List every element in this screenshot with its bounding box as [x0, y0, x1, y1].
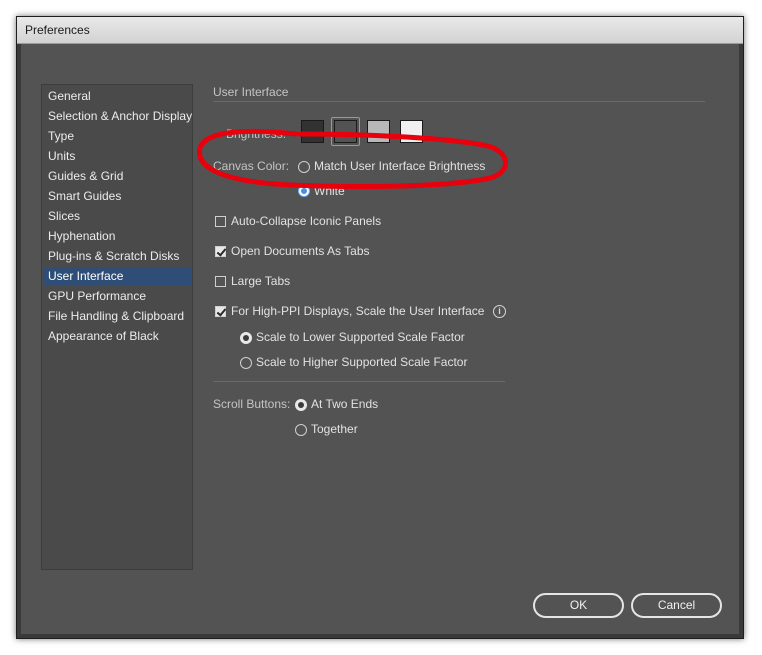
ok-button[interactable]: OK: [533, 593, 624, 618]
canvas-match-ui-radio[interactable]: [298, 161, 310, 173]
sidebar-item-guides-grid[interactable]: Guides & Grid: [43, 167, 192, 186]
info-icon[interactable]: i: [493, 305, 506, 318]
sidebar-item-slices[interactable]: Slices: [43, 207, 192, 226]
sidebar-item-smart-guides[interactable]: Smart Guides: [43, 187, 192, 206]
sidebar-item-hyphenation[interactable]: Hyphenation: [43, 227, 192, 246]
canvas-white-label[interactable]: White: [314, 184, 345, 198]
dialog-content: General Selection & Anchor Display Type …: [21, 44, 739, 634]
large-tabs-label[interactable]: Large Tabs: [231, 274, 290, 288]
section-divider: [213, 101, 705, 102]
brightness-label: Brightness:: [226, 127, 287, 141]
sidebar-item-general[interactable]: General: [43, 87, 192, 106]
scale-higher-radio[interactable]: [240, 357, 252, 369]
sidebar-item-appearance-of-black[interactable]: Appearance of Black: [43, 327, 192, 346]
scale-lower-label[interactable]: Scale to Lower Supported Scale Factor: [256, 330, 465, 344]
brightness-swatch-dark[interactable]: [301, 120, 324, 143]
large-tabs-checkbox[interactable]: [215, 276, 226, 287]
scroll-two-ends-label[interactable]: At Two Ends: [311, 397, 378, 411]
sidebar-item-file-handling-clipboard[interactable]: File Handling & Clipboard: [43, 307, 192, 326]
scroll-buttons-label: Scroll Buttons:: [213, 397, 291, 411]
scale-higher-label[interactable]: Scale to Higher Supported Scale Factor: [256, 355, 467, 369]
sidebar-item-type[interactable]: Type: [43, 127, 192, 146]
auto-collapse-label[interactable]: Auto-Collapse Iconic Panels: [231, 214, 381, 228]
high-ppi-checkbox[interactable]: [215, 306, 226, 317]
canvas-white-radio[interactable]: [298, 185, 310, 197]
scroll-divider: [213, 381, 505, 382]
canvas-color-label: Canvas Color:: [213, 159, 290, 173]
scroll-together-radio[interactable]: [295, 424, 307, 436]
canvas-match-ui-label[interactable]: Match User Interface Brightness: [314, 159, 485, 173]
sidebar-item-user-interface[interactable]: User Interface: [43, 267, 192, 286]
preferences-dialog: Preferences General Selection & Anchor D…: [16, 16, 744, 639]
sidebar-item-gpu-performance[interactable]: GPU Performance: [43, 287, 192, 306]
window-title: Preferences: [25, 23, 90, 37]
sidebar-item-units[interactable]: Units: [43, 147, 192, 166]
brightness-swatch-medium-dark[interactable]: [334, 120, 357, 143]
open-docs-tabs-label[interactable]: Open Documents As Tabs: [231, 244, 370, 258]
title-bar[interactable]: Preferences: [17, 17, 743, 44]
scroll-two-ends-radio[interactable]: [295, 399, 307, 411]
open-docs-tabs-checkbox[interactable]: [215, 246, 226, 257]
brightness-swatch-light[interactable]: [400, 120, 423, 143]
auto-collapse-checkbox[interactable]: [215, 216, 226, 227]
section-title: User Interface: [213, 85, 289, 99]
brightness-swatch-medium-light[interactable]: [367, 120, 390, 143]
scale-lower-radio[interactable]: [240, 332, 252, 344]
cancel-button[interactable]: Cancel: [631, 593, 722, 618]
high-ppi-label[interactable]: For High-PPI Displays, Scale the User In…: [231, 304, 484, 318]
sidebar-item-selection-anchor-display[interactable]: Selection & Anchor Display: [43, 107, 192, 126]
sidebar-item-plugins-scratch-disks[interactable]: Plug-ins & Scratch Disks: [43, 247, 192, 266]
scroll-together-label[interactable]: Together: [311, 422, 358, 436]
preferences-sidebar: General Selection & Anchor Display Type …: [41, 84, 193, 570]
